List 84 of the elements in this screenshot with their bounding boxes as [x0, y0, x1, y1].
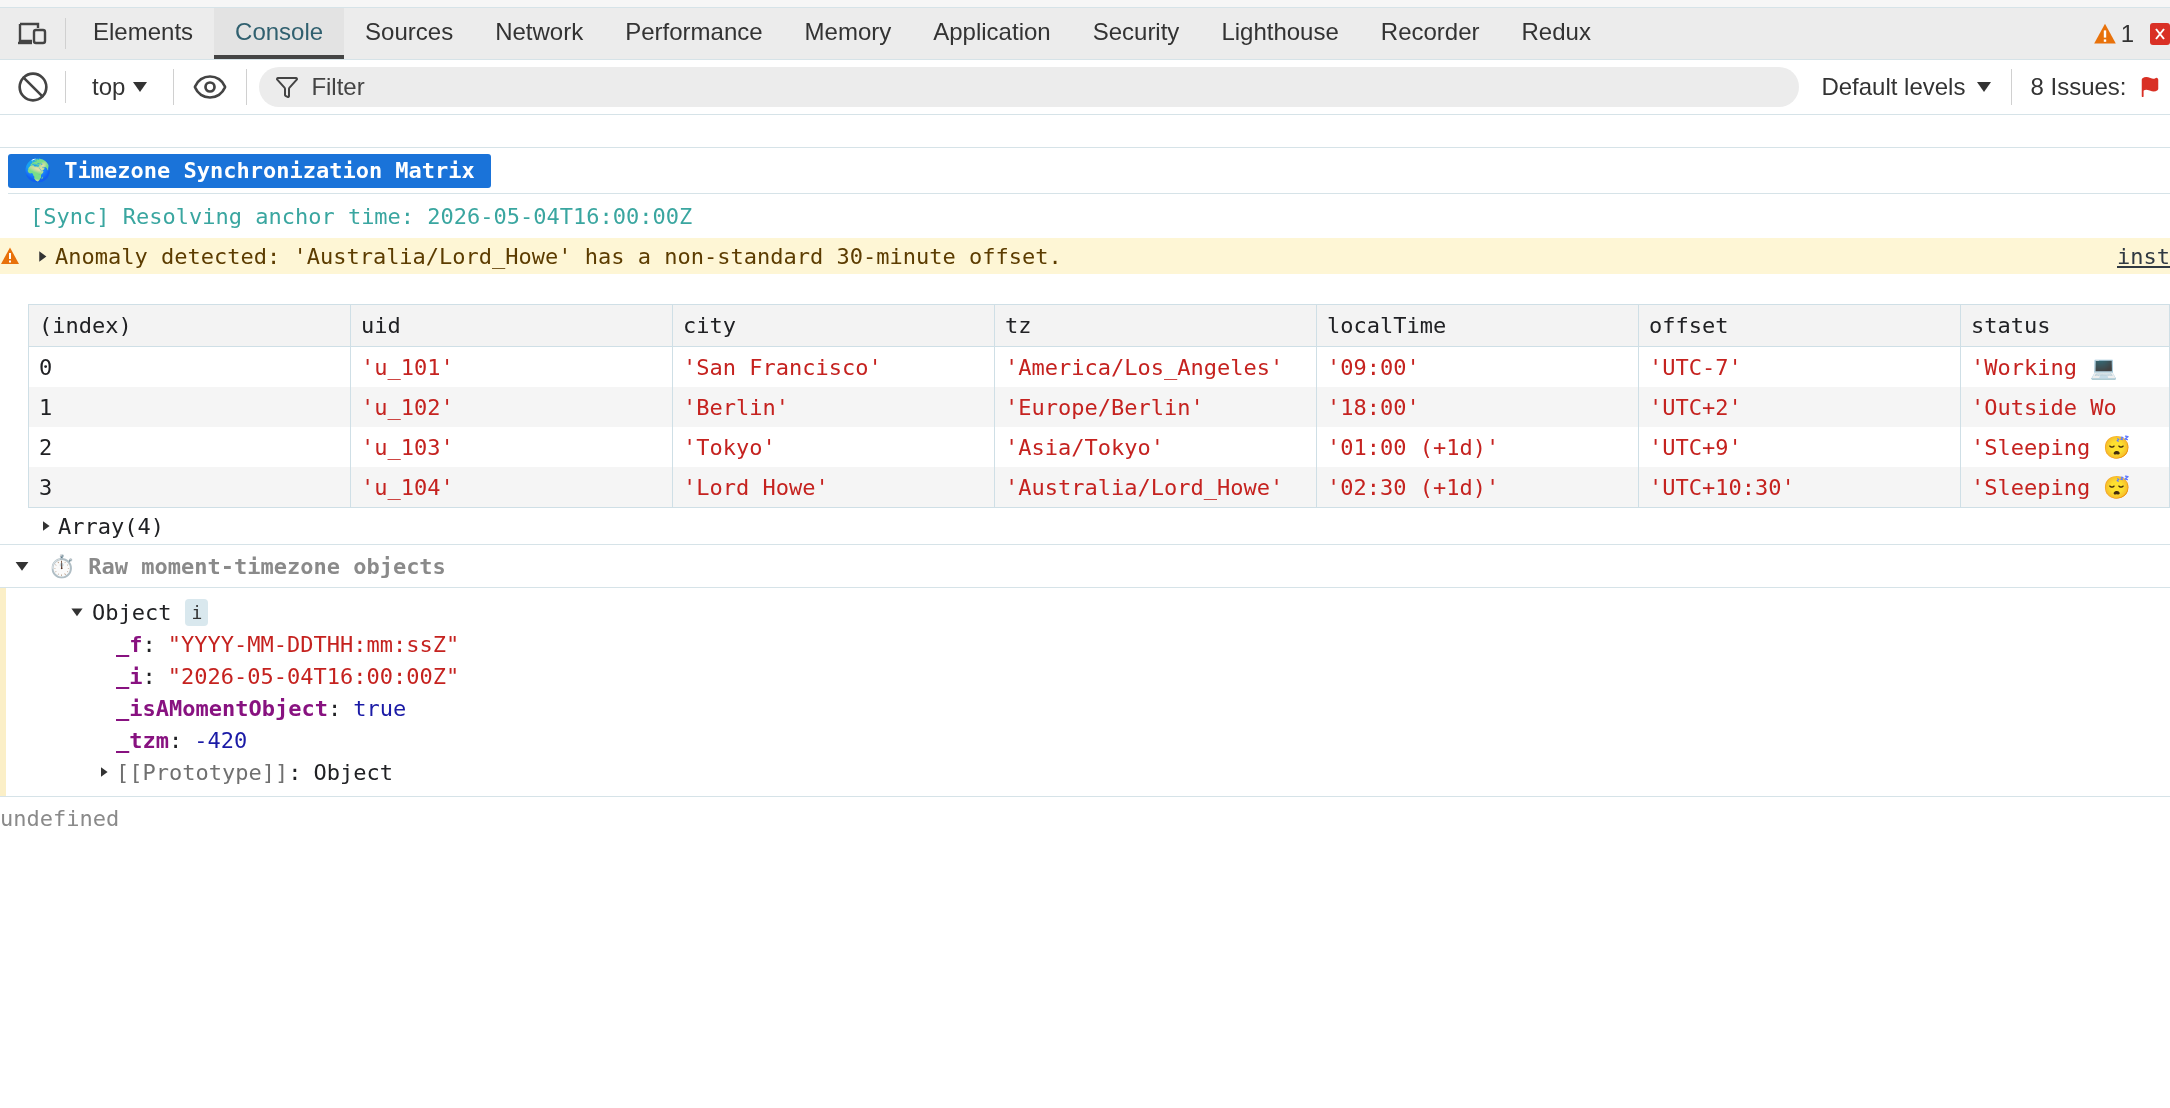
- object-label[interactable]: Object: [92, 595, 172, 629]
- filter-field[interactable]: Filter: [259, 67, 1800, 107]
- colon: :: [169, 726, 183, 755]
- colon: :: [327, 694, 342, 723]
- table-cell-text: 'Lord Howe': [683, 473, 829, 502]
- context-dropdown[interactable]: top: [66, 69, 175, 105]
- table-cell-text: 'Berlin': [683, 393, 789, 422]
- collapsed-caret-icon[interactable]: [98, 766, 110, 778]
- prototype-key[interactable]: [[Prototype]]: [116, 755, 289, 789]
- info-badge[interactable]: i: [185, 598, 209, 626]
- panel-tab[interactable]: Redux: [1500, 8, 1612, 59]
- column-header[interactable]: status: [1961, 305, 2170, 346]
- colon: :: [142, 630, 156, 659]
- table-cell-text: 'Tokyo': [683, 433, 776, 462]
- panel-tab[interactable]: Elements: [72, 8, 215, 59]
- table-cell-text: '18:00': [1327, 393, 1420, 422]
- table-cell-text: 'UTC+9': [1649, 433, 1742, 462]
- table-cell-text: 'Asia/Tokyo': [1005, 433, 1164, 462]
- table-cell-text: 1: [39, 393, 53, 422]
- log-message: [Sync] Resolving anchor time: 2026-05-04T16:00:00Z: [30, 202, 693, 231]
- column-header[interactable]: city: [673, 305, 995, 346]
- property-key: _isAMomentObject: [116, 691, 328, 725]
- result-value: undefined: [0, 805, 120, 833]
- table-cell-text: 'u_102': [361, 393, 454, 422]
- clear-console-icon[interactable]: [16, 71, 49, 103]
- table-cell-text: 'u_101': [361, 353, 454, 382]
- table-cell-text: 'u_103': [361, 433, 454, 462]
- panel-tab[interactable]: Lighthouse: [1200, 8, 1360, 59]
- dropdown-caret-icon: [133, 82, 148, 92]
- column-header[interactable]: (index): [29, 305, 351, 346]
- table-cell-text: 'Sleeping 😴: [1971, 473, 2131, 502]
- device-toolbar-icon[interactable]: [16, 20, 49, 47]
- array-label[interactable]: Array(4): [58, 509, 164, 543]
- table-cell-text: 'Australia/Lord_Howe': [1005, 473, 1284, 502]
- panel-tab[interactable]: Console: [214, 8, 345, 59]
- panel-tab[interactable]: Sources: [344, 8, 475, 59]
- property-value: "YYYY-MM-DDTHH:mm:ssZ": [167, 630, 460, 659]
- panel-tab[interactable]: Recorder: [1359, 8, 1501, 59]
- column-header[interactable]: uid: [351, 305, 673, 346]
- table-cell-text: 'UTC+2': [1649, 393, 1742, 422]
- panel-tab[interactable]: Application: [912, 8, 1072, 59]
- dropdown-caret-icon: [1977, 82, 1992, 92]
- warning-icon: [0, 246, 20, 266]
- panel-tab[interactable]: Memory: [783, 8, 913, 59]
- table-cell-text: 'Outside Wo: [1971, 393, 2117, 422]
- table-cell-text: 'Sleeping 😴: [1971, 433, 2131, 462]
- property-value: -420: [194, 726, 248, 755]
- warning-count[interactable]: 1: [2120, 15, 2134, 52]
- table-cell-text: '09:00': [1327, 353, 1420, 382]
- property-value: true: [353, 694, 407, 723]
- property-key: _i: [116, 659, 143, 693]
- panel-tab[interactable]: Network: [474, 8, 605, 59]
- table-cell-text: '01:00 (+1d)': [1327, 433, 1500, 462]
- colon: :: [288, 758, 302, 787]
- warning-message: Anomaly detected: 'Australia/Lord_Howe' has a non-standard 30-minute offset.: [55, 242, 1062, 271]
- table-cell-text: 'UTC-7': [1649, 353, 1742, 382]
- source-link[interactable]: inst: [2117, 239, 2170, 273]
- panel-tab[interactable]: Performance: [604, 8, 784, 59]
- property-key: _tzm: [116, 723, 169, 757]
- column-header[interactable]: localTime: [1317, 305, 1639, 346]
- table-cell-text: 'UTC+10:30': [1649, 473, 1795, 502]
- collapsed-caret-icon[interactable]: [40, 520, 52, 532]
- column-header[interactable]: offset: [1639, 305, 1961, 346]
- table-cell-text: 'Working 💻: [1971, 353, 2118, 382]
- panel-tab[interactable]: Security: [1071, 8, 1201, 59]
- prototype-value: Object: [313, 758, 393, 787]
- table-cell-text: 2: [39, 433, 53, 462]
- table-cell-text: 'Europe/Berlin': [1005, 393, 1204, 422]
- property-value: "2026-05-04T16:00:00Z": [167, 662, 460, 691]
- table-cell-text: 'America/Los_Angeles': [1005, 353, 1284, 382]
- table-cell-text: 3: [39, 473, 53, 502]
- console-badge: 🌍 Timezone Synchronization Matrix: [8, 153, 491, 188]
- table-cell-text: 0: [39, 353, 53, 382]
- colon: :: [142, 662, 156, 691]
- issues-button[interactable]: 8 Issues:: [2030, 69, 2161, 105]
- error-icon[interactable]: [2150, 20, 2170, 47]
- table-cell-text: 'u_104': [361, 473, 454, 502]
- filter-icon: [275, 75, 300, 99]
- table-cell-text: 'San Francisco': [683, 353, 882, 382]
- property-key: _f: [116, 627, 143, 661]
- table-cell-text: '02:30 (+1d)': [1327, 473, 1500, 502]
- levels-dropdown[interactable]: Default levels: [1821, 69, 2013, 105]
- collapsed-caret-icon[interactable]: [36, 249, 49, 263]
- column-header[interactable]: tz: [995, 305, 1317, 346]
